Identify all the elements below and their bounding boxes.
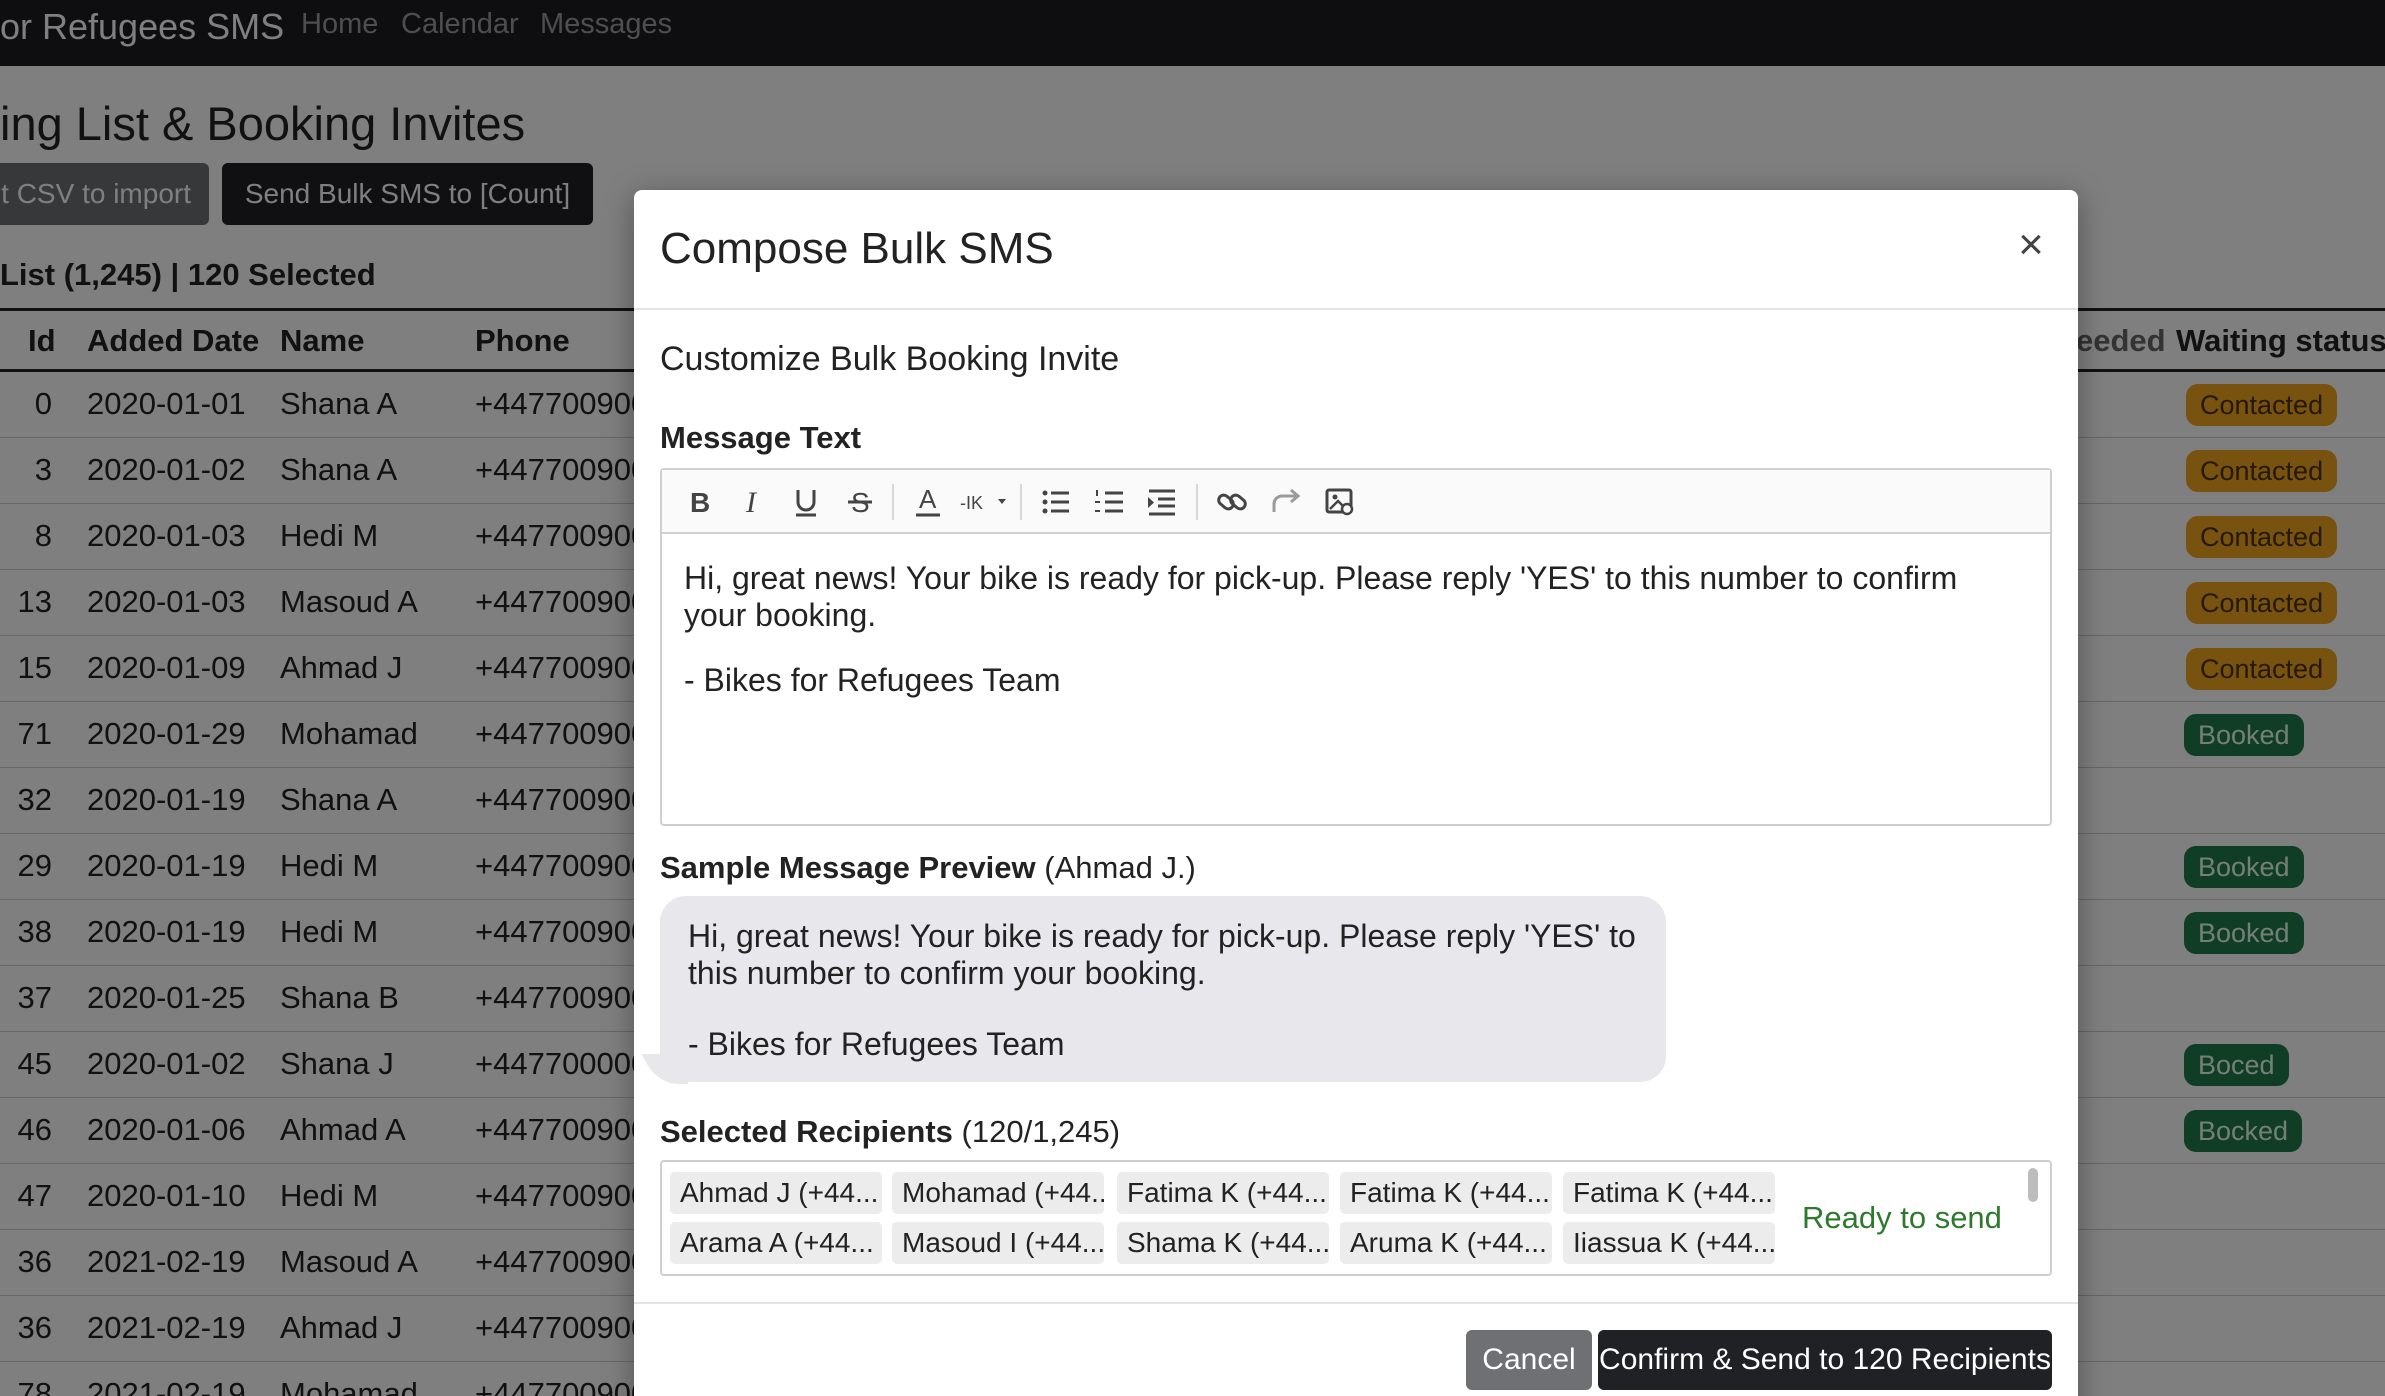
bulleted-list-icon[interactable] bbox=[1036, 482, 1076, 522]
confirm-send-button[interactable]: Confirm & Send to 120 Recipients bbox=[1598, 1330, 2052, 1390]
modal-subheading: Customize Bulk Booking Invite bbox=[660, 340, 1120, 378]
italic-icon[interactable]: I bbox=[732, 482, 772, 522]
compose-bulk-sms-modal: Compose Bulk SMS × Customize Bulk Bookin… bbox=[634, 190, 2078, 1396]
numbered-list-icon[interactable] bbox=[1090, 482, 1130, 522]
ready-status-text: Ready to send bbox=[1802, 1200, 2002, 1235]
message-textarea[interactable]: Hi, great news! Your bike is ready for p… bbox=[684, 560, 2024, 699]
selected-recipients-label: Selected Recipients (120/1,245) bbox=[660, 1114, 1121, 1149]
svg-text:A: A bbox=[919, 484, 937, 514]
svg-text:I: I bbox=[745, 486, 758, 519]
toolbar-divider bbox=[1196, 484, 1198, 520]
link-icon[interactable] bbox=[1212, 482, 1252, 522]
modal-title: Compose Bulk SMS bbox=[660, 224, 1054, 273]
toolbar-divider bbox=[1020, 484, 1022, 520]
preview-line: Hi, great news! Your bike is ready for p… bbox=[688, 918, 1645, 991]
recipient-chip[interactable]: Shama K (+44... bbox=[1117, 1222, 1329, 1264]
svg-text:-IK: -IK bbox=[960, 493, 983, 513]
preview-recipient-name: (Ahmad J.) bbox=[1044, 850, 1196, 885]
recipient-chip[interactable]: Mohamad (+44... bbox=[892, 1172, 1104, 1214]
recipients-scrollbar[interactable] bbox=[2028, 1168, 2040, 1268]
sample-preview-label: Sample Message Preview (Ahmad J.) bbox=[660, 850, 1196, 885]
preview-text: Hi, great news! Your bike is ready for p… bbox=[688, 918, 1638, 1063]
recipient-chip[interactable]: Iiassua K (+44... bbox=[1563, 1222, 1775, 1264]
recipient-chip[interactable]: Aruma K (+44... bbox=[1340, 1222, 1552, 1264]
recipient-chip[interactable]: Ahmad J (+44... bbox=[670, 1172, 882, 1214]
svg-text:B: B bbox=[690, 487, 710, 518]
toolbar-divider bbox=[892, 484, 894, 520]
sms-preview-bubble: Hi, great news! Your bike is ready for p… bbox=[660, 896, 1666, 1082]
recipient-chip[interactable]: Fatima K (+44... bbox=[1340, 1172, 1552, 1214]
indent-icon[interactable] bbox=[1142, 482, 1182, 522]
strikethrough-icon[interactable]: S bbox=[840, 482, 880, 522]
recipients-count: (120/1,245) bbox=[961, 1114, 1121, 1149]
cancel-button[interactable]: Cancel bbox=[1466, 1330, 1592, 1390]
message-editor: B I S A -IK Hi, great news! Your bike is… bbox=[660, 468, 2052, 826]
message-text-label: Message Text bbox=[660, 420, 862, 455]
recipients-list[interactable]: Ahmad J (+44... Mohamad (+44... Fatima K… bbox=[660, 1160, 2052, 1276]
insert-image-icon[interactable] bbox=[1320, 482, 1360, 522]
scrollbar-thumb[interactable] bbox=[2028, 1168, 2038, 1202]
preview-line: - Bikes for Refugees Team bbox=[688, 1026, 1065, 1062]
modal-footer-divider bbox=[634, 1302, 2078, 1304]
message-line: - Bikes for Refugees Team bbox=[684, 662, 1061, 698]
bold-icon[interactable]: B bbox=[678, 482, 718, 522]
message-line: Hi, great news! Your bike is ready for p… bbox=[684, 560, 1967, 633]
recipient-chip[interactable]: Fatima K (+44... bbox=[1117, 1172, 1329, 1214]
font-size-dropdown[interactable]: -IK bbox=[958, 482, 1014, 522]
modal-header: Compose Bulk SMS × bbox=[634, 190, 2078, 310]
close-button[interactable]: × bbox=[2011, 220, 2051, 270]
editor-toolbar: B I S A -IK bbox=[662, 470, 2050, 534]
redo-icon[interactable] bbox=[1266, 482, 1306, 522]
text-color-icon[interactable]: A bbox=[908, 482, 948, 522]
recipient-chip[interactable]: Fatima K (+44... bbox=[1563, 1172, 1775, 1214]
recipient-chip[interactable]: Masoud I (+44... bbox=[892, 1222, 1104, 1264]
underline-icon[interactable] bbox=[786, 482, 826, 522]
recipient-chip[interactable]: Arama A (+44... bbox=[670, 1222, 882, 1264]
